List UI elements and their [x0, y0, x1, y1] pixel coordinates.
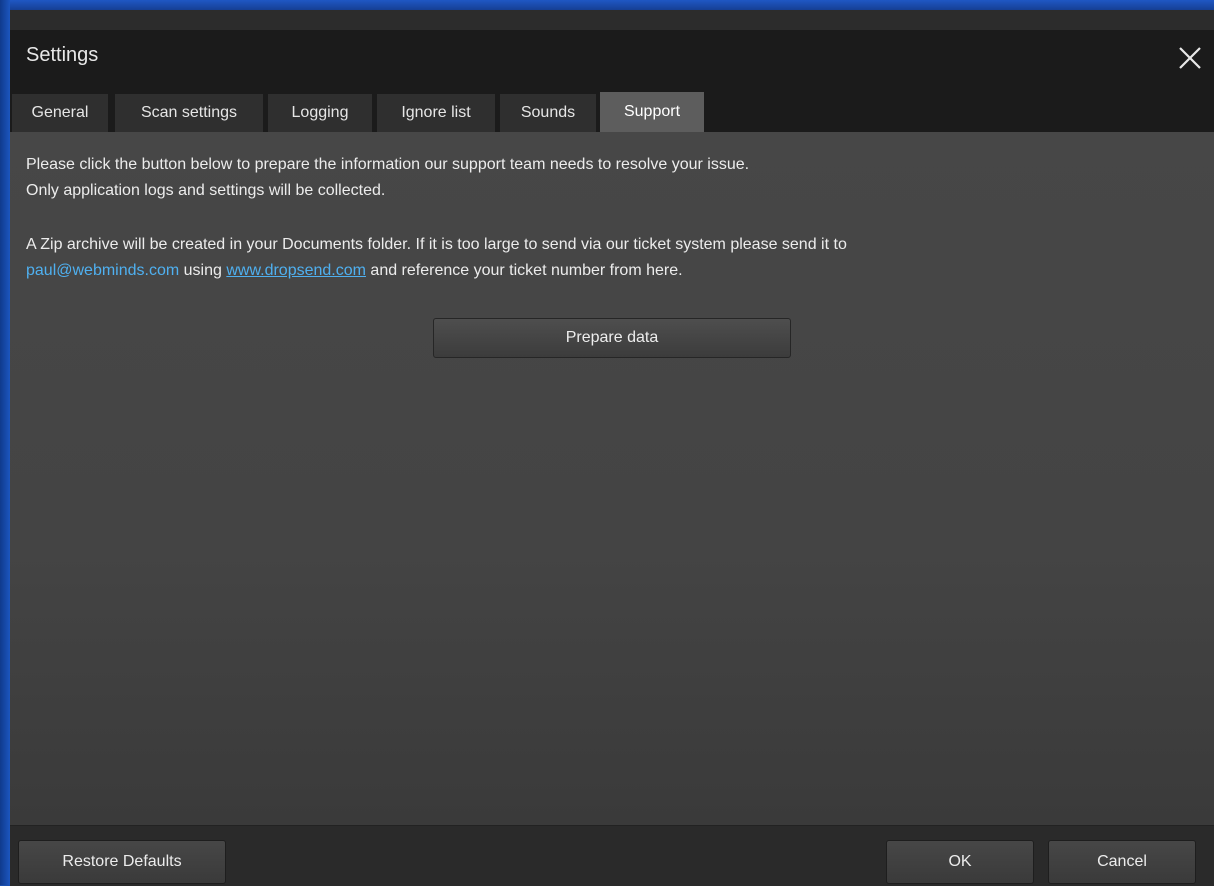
- close-icon: [1179, 47, 1201, 69]
- dropsend-link[interactable]: www.dropsend.com: [226, 262, 366, 279]
- restore-defaults-button[interactable]: Restore Defaults: [18, 840, 226, 884]
- ok-button[interactable]: OK: [886, 840, 1034, 884]
- tab-sounds[interactable]: Sounds: [500, 94, 596, 132]
- support-description-line2: Only application logs and settings will …: [26, 182, 386, 199]
- dialog-footer: Restore Defaults OK Cancel: [10, 825, 1214, 886]
- tab-strip: General Scan settings Logging Ignore lis…: [10, 90, 1214, 132]
- tab-support[interactable]: Support: [600, 92, 704, 132]
- email-link[interactable]: paul@webminds.com: [26, 262, 179, 279]
- tab-scan-settings[interactable]: Scan settings: [115, 94, 263, 132]
- tab-logging[interactable]: Logging: [268, 94, 372, 132]
- window-left-accent: [0, 0, 10, 885]
- send-instructions: paul@webminds.com using www.dropsend.com…: [26, 258, 683, 284]
- title-bar[interactable]: Settings: [10, 30, 1214, 90]
- support-panel: Please click the button below to prepare…: [10, 132, 1214, 825]
- support-description-line1: Please click the button below to prepare…: [26, 156, 750, 173]
- prepare-data-button[interactable]: Prepare data: [433, 318, 791, 358]
- cancel-button[interactable]: Cancel: [1048, 840, 1196, 884]
- using-text: using: [179, 262, 227, 279]
- close-button[interactable]: [1172, 40, 1208, 76]
- tab-general[interactable]: General: [12, 94, 108, 132]
- window-top-accent: [0, 0, 1214, 10]
- settings-window: Settings General Scan settings Logging I…: [10, 10, 1214, 886]
- zip-archive-note: A Zip archive will be created in your Do…: [26, 236, 847, 253]
- window-title: Settings: [26, 44, 99, 66]
- tab-ignore-list[interactable]: Ignore list: [377, 94, 495, 132]
- reference-text: and reference your ticket number from he…: [365, 262, 683, 279]
